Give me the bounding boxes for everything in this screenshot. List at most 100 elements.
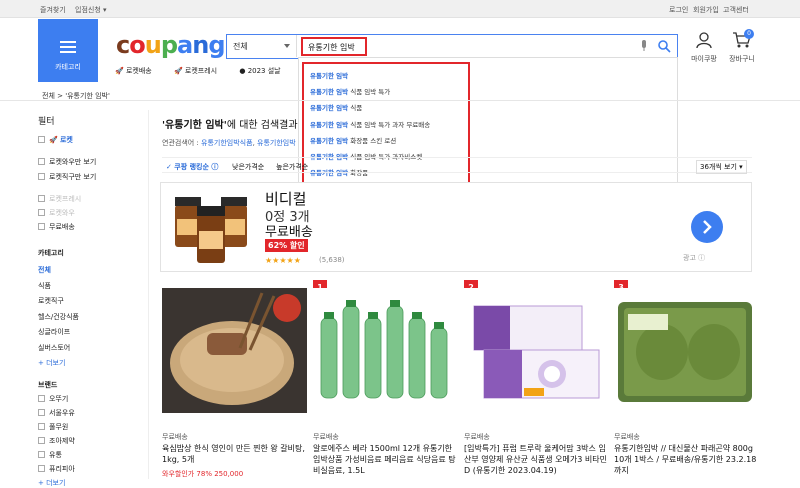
filter-rocket[interactable]: 🚀 로켓 — [38, 135, 73, 145]
checkbox-icon — [38, 223, 45, 230]
sidebar-divider — [148, 110, 149, 479]
chevron-right-icon — [703, 220, 712, 234]
logo-letter: u — [144, 31, 162, 59]
product-card[interactable]: 2 무료배송 [임박특가] 퓨럽 트루락 울케어맘 3박스 임산부 영양제 유산… — [464, 280, 609, 479]
category-item[interactable]: + 더보기 — [38, 358, 65, 368]
sort-rank[interactable]: ✓ 쿠팡 랭킹순 ⓘ — [166, 162, 218, 172]
product-price: 와우할인가 78% 250,000 — [162, 470, 244, 478]
autocomplete-match: 유통기한 임박 — [310, 88, 349, 97]
related-searches: 연관검색어 : 유통기한임박식품, 유통기한임박 — [162, 139, 296, 147]
product-card[interactable]: 1 무료배송 알로에주스 베라 1500ml 12개 유통기한 임박상품 가성비… — [313, 280, 458, 479]
search-icon[interactable] — [657, 39, 671, 53]
product-card[interactable]: 무료배송 육심밥상 한식 영인이 만든 찐한 왕 갈비탕, 1kg, 5개 와우… — [162, 280, 307, 479]
filter-rocket-fresh[interactable]: 로켓프레시 — [38, 194, 81, 204]
product-shipping: 무료배송 — [614, 433, 640, 441]
filter-rocket-wow[interactable]: 로켓와우만 보기 — [38, 157, 96, 167]
filter-free-shipping[interactable]: 무료배송 — [38, 222, 75, 232]
support-link[interactable]: 고객센터 — [723, 5, 749, 15]
ad-discount-badge: 62% 할인 — [265, 239, 308, 252]
result-title: '유통기한 임박'에 대한 검색결과 — [162, 120, 298, 131]
ad-banner[interactable]: 비디컬 0정 3개 무료배송 62% 할인 ★★★★★ (5,638) 광고 ⓘ — [160, 182, 752, 272]
category-item[interactable]: 실버스토어 — [38, 343, 70, 353]
category-title: 카테고리 — [38, 249, 64, 257]
brand-item[interactable]: 오뚜기 — [38, 394, 68, 404]
mypage-button[interactable]: 마이쿠팡 — [684, 31, 724, 64]
filter-rocket-direct[interactable]: 로켓직구만 보기 — [38, 172, 96, 182]
category-item[interactable]: 식품 — [38, 281, 51, 291]
sort-low-price[interactable]: 낮은가격순 — [232, 162, 264, 172]
cart-label: 장바구니 — [729, 55, 755, 63]
product-image-aloe-juice — [313, 288, 458, 413]
mypage-label: 마이쿠팡 — [691, 55, 717, 63]
checkbox-icon — [38, 409, 45, 416]
search-input[interactable]: 유통기한 임박 — [301, 37, 367, 56]
ad-rating-stars: ★★★★★ — [265, 256, 301, 265]
top-utility-bar: 즐겨찾기 입점신청 ▾ 로그인 회원가입 고객센터 — [0, 0, 800, 18]
autocomplete-match: 유통기한 임박 — [310, 136, 349, 145]
signup-link[interactable]: 회원가입 — [693, 5, 719, 15]
checkbox-icon — [38, 209, 45, 216]
checkbox-icon — [38, 136, 45, 143]
related-term[interactable]: 유통기한임박 — [257, 139, 296, 147]
brand-item[interactable]: 풀무원 — [38, 422, 68, 432]
product-name[interactable]: 알로에주스 베라 1500ml 12개 유통기한 임박상품 가성비음료 페리음료… — [313, 443, 458, 476]
product-name[interactable]: [임박특가] 퓨럽 트루락 울케어맘 3박스 임산부 영양제 유산균 식품생 오… — [464, 443, 609, 476]
checkbox-icon — [38, 451, 45, 458]
category-item[interactable]: 로켓직구 — [38, 296, 64, 306]
product-card[interactable]: 3 무료배송 유통기한임박 // 대신물산 파래곤약 800g 10개 1박스 … — [614, 280, 759, 479]
logo-letter: o — [129, 31, 145, 59]
search-category-value: 전체 — [233, 42, 248, 51]
autocomplete-item[interactable]: 유통기한 임박 식품 — [310, 102, 362, 112]
product-image-galbitang — [162, 288, 307, 413]
product-shipping: 무료배송 — [162, 433, 188, 441]
divider — [0, 100, 800, 101]
ad-next-button[interactable] — [691, 211, 723, 243]
autocomplete-suffix: 식품 임박 특가 과자 무료배송 — [348, 120, 431, 129]
category-item[interactable]: 싱글라이프 — [38, 327, 70, 337]
seller-link[interactable]: 입점신청 ▾ — [75, 5, 107, 15]
microphone-icon[interactable] — [641, 40, 647, 52]
ad-label: 광고 ⓘ — [683, 254, 706, 262]
ad-review-count: (5,638) — [319, 256, 345, 264]
autocomplete-item[interactable]: 유통기한 임박 화장품 스킨 로션 — [310, 135, 396, 145]
autocomplete-match: 유통기한 임박 — [310, 120, 349, 129]
autocomplete-item[interactable]: 유통기한 임박 식품 임박 특가 — [310, 86, 390, 96]
brand-item[interactable]: 서울우유 — [38, 408, 75, 418]
logo-letter: p — [160, 31, 178, 59]
logo-letter: n — [192, 31, 209, 59]
checkbox-icon — [38, 423, 45, 430]
shortcut-seollal[interactable]: ● 2023 설날 — [239, 67, 290, 75]
brand-item[interactable]: 퓨리피아 — [38, 464, 75, 474]
product-image-konjac — [614, 288, 759, 413]
checkbox-icon — [38, 173, 45, 180]
category-item[interactable]: 전체 — [38, 265, 51, 275]
per-page-select[interactable]: 36개씩 보기 ▾ — [696, 160, 747, 174]
logo-letter: a — [177, 31, 193, 59]
category-item[interactable]: 헬스/건강식품 — [38, 312, 79, 322]
product-image-truelac — [464, 288, 609, 413]
brand-item[interactable]: 유통 — [38, 450, 62, 460]
shortcut-rocket-delivery[interactable]: 🚀 로켓배송 — [115, 67, 162, 75]
brand-item[interactable]: 조아제약 — [38, 436, 75, 446]
bookmark-link[interactable]: 즐겨찾기 — [40, 5, 66, 15]
autocomplete-item[interactable]: 유통기한 임박 식품 임박 특가 과자 무료배송 — [310, 119, 430, 129]
shortcut-rocket-fresh[interactable]: 🚀 로켓프레시 — [174, 67, 227, 75]
sort-high-price[interactable]: 높은가격순 — [276, 162, 308, 172]
product-name[interactable]: 유통기한임박 // 대신물산 파래곤약 800g 10개 1박스 / 무료배송/… — [614, 443, 759, 476]
search-category-select[interactable]: 전체 — [227, 35, 297, 57]
brand-item[interactable]: + 더보기 — [38, 478, 65, 488]
cart-button[interactable]: 장바구니 0 — [722, 29, 762, 64]
coupang-logo[interactable]: coupang — [116, 31, 226, 59]
checkbox-icon — [38, 437, 45, 444]
autocomplete-item[interactable]: 유통기한 임박 — [310, 70, 348, 80]
filter-rocket-wow-2[interactable]: 로켓와우 — [38, 208, 75, 218]
autocomplete-match: 유통기한 임박 — [310, 104, 349, 113]
brand-title: 브랜드 — [38, 381, 58, 389]
autocomplete-suffix: 식품 임박 특가 — [348, 88, 391, 97]
checkbox-icon — [38, 158, 45, 165]
related-term[interactable]: 유통기한임박식품 — [201, 139, 253, 147]
login-link[interactable]: 로그인 — [669, 5, 688, 15]
product-name[interactable]: 육심밥상 한식 영인이 만든 찐한 왕 갈비탕, 1kg, 5개 — [162, 443, 307, 465]
logo-letter: c — [116, 31, 130, 59]
category-menu-button[interactable]: 카테고리 — [38, 19, 98, 82]
